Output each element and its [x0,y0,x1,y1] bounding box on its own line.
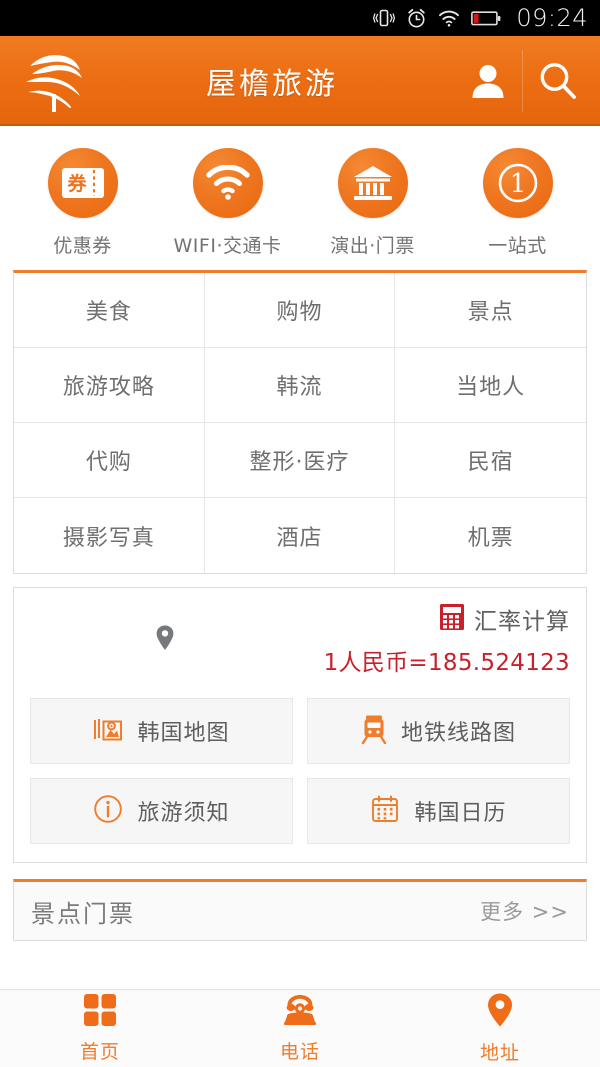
map-pin-icon [155,624,175,656]
battery-low-icon [471,10,501,27]
bottom-tab-bar: 首页 电话 地址 [0,989,600,1067]
alarm-icon [406,8,427,29]
category-grid: 美食 购物 景点 旅游攻略 韩流 当地人 代购 整形·医疗 民宿 摄影写真 酒店… [14,273,586,573]
category-cell[interactable]: 旅游攻略 [14,348,205,423]
quick-action-coupon[interactable]: 券 优惠券 [10,148,155,258]
quick-action-show-ticket[interactable]: 演出·门票 [300,148,445,258]
wifi-icon [438,9,460,27]
info-icon [93,794,123,828]
grid-icon [83,993,117,1031]
location-area[interactable] [30,602,300,682]
tab-phone[interactable]: 电话 [200,990,400,1067]
user-icon[interactable] [454,36,522,126]
category-cell[interactable]: 民宿 [395,423,586,498]
tool-button-label: 韩国地图 [137,721,230,746]
quick-actions-row: 券 优惠券 WIFI·交通卡 演出·门票 1 一站式 [0,126,600,270]
category-cell[interactable]: 景点 [395,273,586,348]
tab-address[interactable]: 地址 [400,990,600,1067]
museum-icon [337,148,408,218]
tool-button-korea-calendar[interactable]: 韩国日历 [307,778,570,844]
tab-label: 地址 [479,1042,520,1064]
quick-action-label: 演出·门票 [330,235,415,257]
exchange-rate-header: 汇率计算 [439,602,570,636]
phone-icon [282,993,318,1031]
category-cell[interactable]: 整形·医疗 [204,423,396,498]
app-header: 屋檐旅游 [0,36,600,126]
status-bar: 09:24 [0,0,600,36]
tools-header-row: 汇率计算 1人民币=185.524123 [30,602,570,682]
category-panel: 美食 购物 景点 旅游攻略 韩流 当地人 代购 整形·医疗 民宿 摄影写真 酒店… [13,270,587,574]
category-cell[interactable]: 当地人 [395,348,586,423]
category-cell[interactable]: 摄影写真 [14,498,205,573]
coupon-icon: 券 [47,148,118,218]
tool-button-label: 旅游须知 [137,801,230,826]
vibrate-icon [373,8,396,28]
calendar-icon [370,794,400,828]
page-title: 屋檐旅游 [206,67,338,102]
number-one-icon: 1 [482,148,553,218]
category-cell[interactable]: 机票 [395,498,586,573]
svg-text:1: 1 [509,169,526,199]
tickets-section-header[interactable]: 景点门票 更多 >> [13,879,587,941]
wifi-circle-icon [192,148,263,218]
tab-label: 首页 [79,1041,120,1063]
category-cell[interactable]: 韩流 [204,348,396,423]
status-time: 09:24 [516,4,588,32]
category-section: 美食 购物 景点 旅游攻略 韩流 当地人 代购 整形·医疗 民宿 摄影写真 酒店… [0,270,600,941]
location-pin-icon [486,992,514,1032]
tab-label: 电话 [279,1041,320,1063]
svg-text:券: 券 [66,172,87,195]
tickets-title: 景点门票 [31,899,135,928]
tool-button-subway-map[interactable]: 地铁线路图 [307,698,570,764]
exchange-rate-value: 1人民币=185.524123 [323,650,570,676]
map-icon [93,715,123,747]
quick-action-wifi[interactable]: WIFI·交通卡 [155,148,300,258]
tickets-more-link[interactable]: 更多 >> [480,896,569,926]
quick-action-label: WIFI·交通卡 [173,235,282,257]
tab-home[interactable]: 首页 [0,990,200,1067]
quick-action-one-stop[interactable]: 1 一站式 [445,148,590,258]
app-root: 09:24 屋檐旅游 券 优惠券 WIFI·交通卡 演出·门票 1 一站式 美食… [0,0,600,1067]
category-cell[interactable]: 酒店 [205,498,396,573]
subway-icon [361,714,387,748]
tools-panel: 汇率计算 1人民币=185.524123 韩国地图 地铁线路图 旅游须知 韩国日… [13,587,587,863]
tool-buttons-grid: 韩国地图 地铁线路图 旅游须知 韩国日历 [30,698,570,844]
category-cell[interactable]: 购物 [204,273,396,348]
tool-button-korea-map[interactable]: 韩国地图 [30,698,293,764]
tool-button-label: 韩国日历 [414,801,507,826]
calculator-icon [439,603,465,635]
quick-action-label: 优惠券 [53,235,112,257]
tool-button-travel-notice[interactable]: 旅游须知 [30,778,293,844]
exchange-rate-area[interactable]: 汇率计算 1人民币=185.524123 [300,602,570,682]
quick-action-label: 一站式 [488,235,547,257]
exchange-rate-label: 汇率计算 [474,609,570,635]
search-icon[interactable] [522,36,594,126]
tool-button-label: 地铁线路图 [400,721,516,746]
category-cell[interactable]: 代购 [14,423,205,498]
category-cell[interactable]: 美食 [14,273,205,348]
